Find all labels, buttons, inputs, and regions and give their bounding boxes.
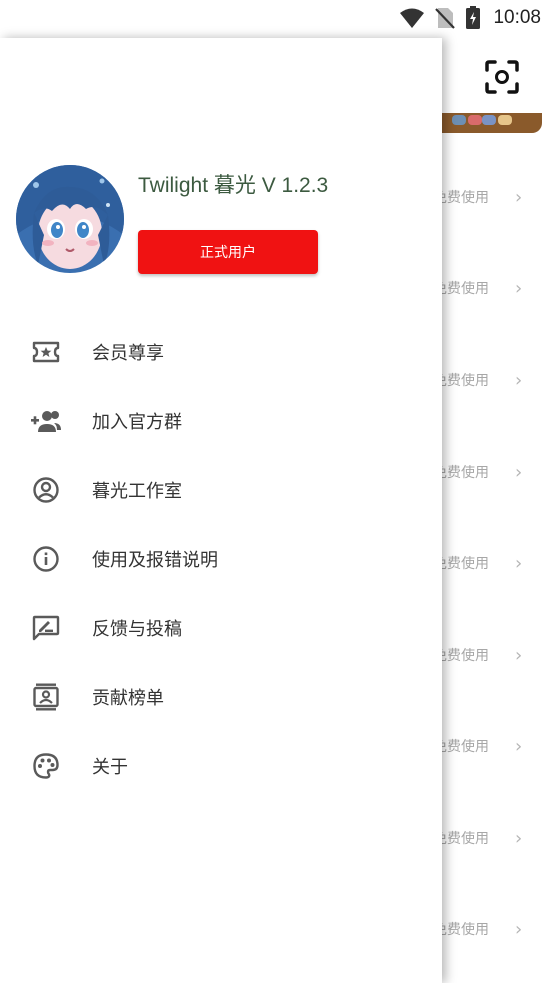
menu-item-label: 使用及报错说明	[92, 549, 218, 571]
list-item[interactable]: 免费使用 ›	[433, 457, 543, 487]
list-item-label: 免费使用	[433, 281, 489, 297]
chevron-right-icon: ›	[515, 461, 523, 483]
status-icons: 10:08	[399, 6, 541, 30]
scan-button[interactable]	[483, 58, 521, 96]
list-item-label: 免费使用	[433, 922, 489, 938]
feedback-edit-icon	[30, 612, 62, 644]
list-item-label: 免费使用	[433, 373, 489, 389]
list-item-label: 免费使用	[433, 648, 489, 664]
list-item-label: 免费使用	[433, 190, 489, 206]
user-status-button[interactable]: 正式用户	[138, 230, 318, 274]
navigation-drawer: Twilight 暮光 V 1.2.3 正式用户 会员尊享 加入官方群 暮光工作…	[0, 38, 442, 983]
menu-item-studio[interactable]: 暮光工作室	[0, 455, 442, 524]
list-item-label: 免费使用	[433, 831, 489, 847]
palette-icon	[30, 750, 62, 782]
list-item[interactable]: 免费使用 ›	[433, 640, 543, 670]
chevron-right-icon: ›	[515, 827, 523, 849]
avatar[interactable]	[16, 165, 124, 273]
list-item[interactable]: 免费使用 ›	[433, 548, 543, 578]
battery-charging-icon	[466, 6, 481, 29]
menu-item-label: 加入官方群	[92, 411, 182, 433]
menu-item-label: 反馈与投稿	[92, 618, 182, 640]
chevron-right-icon: ›	[515, 277, 523, 299]
chevron-right-icon: ›	[515, 369, 523, 391]
menu-item-join-group[interactable]: 加入官方群	[0, 386, 442, 455]
chevron-right-icon: ›	[515, 918, 523, 940]
menu-item-about[interactable]: 关于	[0, 731, 442, 800]
menu-item-contributors[interactable]: 贡献榜单	[0, 662, 442, 731]
no-sim-icon	[435, 8, 456, 29]
account-circle-icon	[30, 474, 62, 506]
chevron-right-icon: ›	[515, 552, 523, 574]
menu-item-label: 关于	[92, 756, 128, 778]
ticket-star-icon	[30, 336, 62, 368]
menu-item-label: 会员尊享	[92, 342, 164, 364]
list-item-label: 免费使用	[433, 465, 489, 481]
list-item[interactable]: 免费使用 ›	[433, 823, 543, 853]
menu-item-instructions[interactable]: 使用及报错说明	[0, 524, 442, 593]
menu-item-feedback[interactable]: 反馈与投稿	[0, 593, 442, 662]
clock: 10:08	[493, 7, 541, 28]
chevron-right-icon: ›	[515, 644, 523, 666]
scan-icon	[485, 60, 519, 94]
list-item-label: 免费使用	[433, 739, 489, 755]
avatar-anime-girl-icon	[16, 165, 124, 273]
chevron-right-icon: ›	[515, 186, 523, 208]
list-item[interactable]: 免费使用 ›	[433, 731, 543, 761]
app-title: Twilight 暮光 V 1.2.3	[138, 174, 329, 197]
list-item[interactable]: 免费使用 ›	[433, 182, 543, 212]
info-icon	[30, 543, 62, 575]
menu-item-label: 暮光工作室	[92, 480, 182, 502]
list-item[interactable]: 免费使用 ›	[433, 914, 543, 944]
status-bar: 10:08	[0, 0, 553, 38]
list-item[interactable]: 免费使用 ›	[433, 365, 543, 395]
list-item[interactable]: 免费使用 ›	[433, 273, 543, 303]
group-add-icon	[30, 405, 62, 437]
chevron-right-icon: ›	[515, 735, 523, 757]
menu-item-vip[interactable]: 会员尊享	[0, 317, 442, 386]
contacts-icon	[30, 681, 62, 713]
menu-item-label: 贡献榜单	[92, 687, 164, 709]
list-item-label: 免费使用	[433, 556, 489, 572]
wifi-icon	[400, 8, 425, 28]
